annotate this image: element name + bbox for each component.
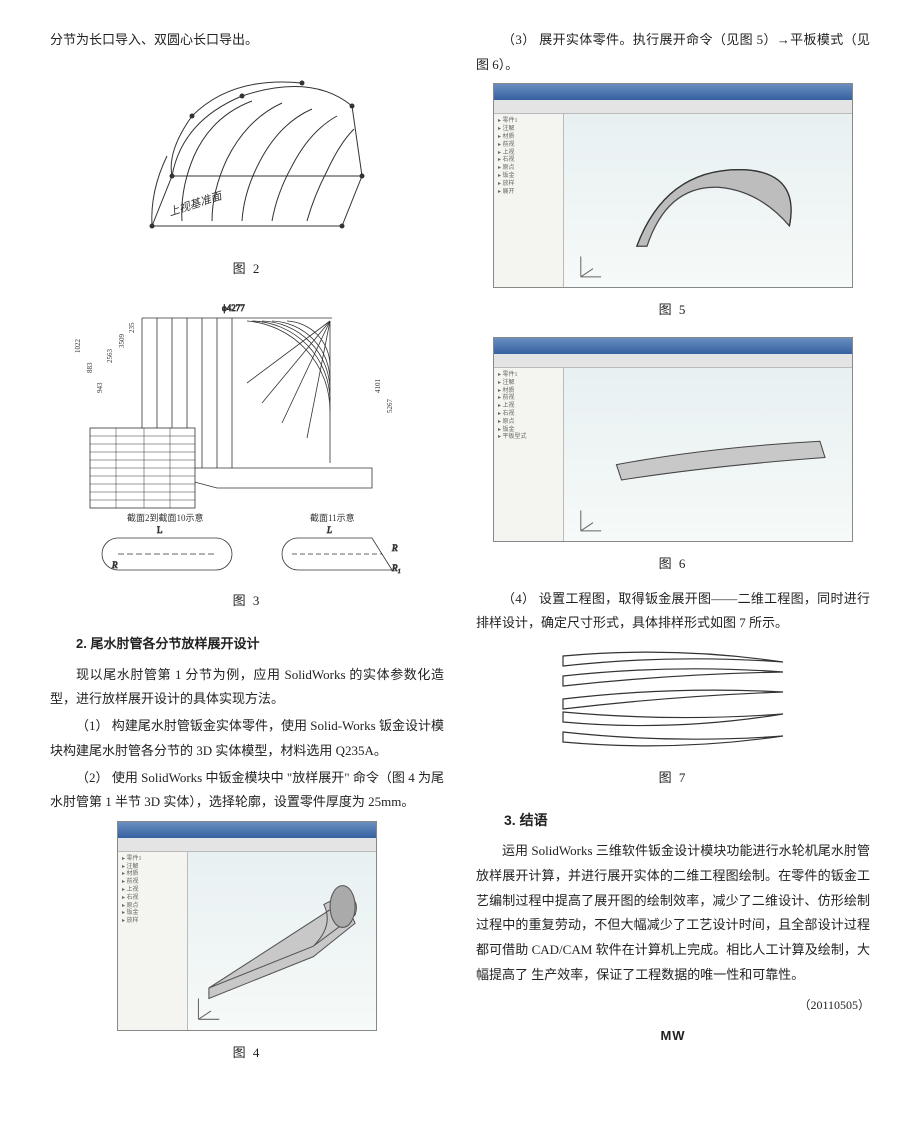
svg-text:5267: 5267: [386, 399, 394, 414]
right-column: （3） 展开实体零件。执行展开命令（见图 5）→平板模式（见图 6）。 ▸ 零件…: [476, 28, 870, 1108]
figure-6-label: 图 6: [476, 552, 870, 577]
figure-4-label: 图 4: [50, 1041, 444, 1066]
figure-3: ϕ4277: [72, 293, 422, 583]
figure-4: ▸ 零件1▸ 注解▸ 材质▸ 前视▸ 上视▸ 右视▸ 原点▸ 钣金▸ 放样: [117, 821, 377, 1031]
figure-3-label: 图 3: [50, 589, 444, 614]
heading-2: 2. 尾水肘管各分节放样展开设计: [50, 632, 444, 657]
date-stamp: （20110505）: [476, 994, 870, 1017]
svg-text:R₁: R₁: [391, 563, 401, 573]
svg-text:截面2到截面10示意: 截面2到截面10示意: [127, 512, 204, 523]
svg-text:2563: 2563: [106, 349, 114, 364]
step-1: （1） 构建尾水肘管钣金实体零件，使用 Solid-Works 钣金设计模块构建…: [50, 714, 444, 763]
svg-text:ϕ4277: ϕ4277: [222, 303, 245, 313]
figure-6: ▸ 零件1▸ 注解▸ 材质▸ 前视▸ 上视▸ 右视▸ 原点▸ 钣金▸ 平板型式: [493, 337, 853, 542]
svg-text:截面11示意: 截面11示意: [310, 512, 355, 523]
svg-text:235: 235: [128, 322, 136, 333]
figure-2: 上视基准面: [112, 61, 382, 251]
figure-2-label: 图 2: [50, 257, 444, 282]
svg-text:R: R: [391, 543, 398, 553]
step-4: （4） 设置工程图，取得钣金展开图——二维工程图，同时进行排样设计，确定尺寸形式…: [476, 587, 870, 636]
fig2-annotation: 上视基准面: [167, 189, 225, 219]
svg-text:L: L: [326, 525, 332, 535]
heading-3: 3. 结语: [476, 807, 870, 834]
step-2: （2） 使用 SolidWorks 中钣金模块中 "放样展开" 命令（图 4 为…: [50, 766, 444, 815]
figure-5: ▸ 零件1▸ 注解▸ 材质▸ 前视▸ 上视▸ 右视▸ 原点▸ 钣金▸ 放样▸ 展…: [493, 83, 853, 288]
svg-text:R: R: [111, 560, 118, 570]
svg-text:943: 943: [96, 382, 104, 393]
svg-text:1022: 1022: [74, 339, 82, 354]
svg-text:883: 883: [86, 362, 94, 373]
figure-7-label: 图 7: [476, 766, 870, 791]
mw-mark: MW: [476, 1024, 870, 1049]
conclusion: 运用 SolidWorks 三维软件钣金设计模块功能进行水轮机尾水肘管放样展开计…: [476, 839, 870, 987]
step-3: （3） 展开实体零件。执行展开命令（见图 5）→平板模式（见图 6）。: [476, 28, 870, 77]
svg-text:L: L: [157, 525, 163, 535]
svg-text:3509: 3509: [118, 334, 126, 349]
intro-text: 分节为长口导入、双圆心长口导出。: [50, 28, 444, 53]
para-intro2: 现以尾水肘管第 1 分节为例，应用 SolidWorks 的实体参数化造型，进行…: [50, 663, 444, 712]
left-column: 分节为长口导入、双圆心长口导出。 上视基准面 图 2: [50, 28, 444, 1108]
figure-5-label: 图 5: [476, 298, 870, 323]
figure-7: [548, 644, 798, 754]
svg-text:4101: 4101: [374, 379, 382, 394]
